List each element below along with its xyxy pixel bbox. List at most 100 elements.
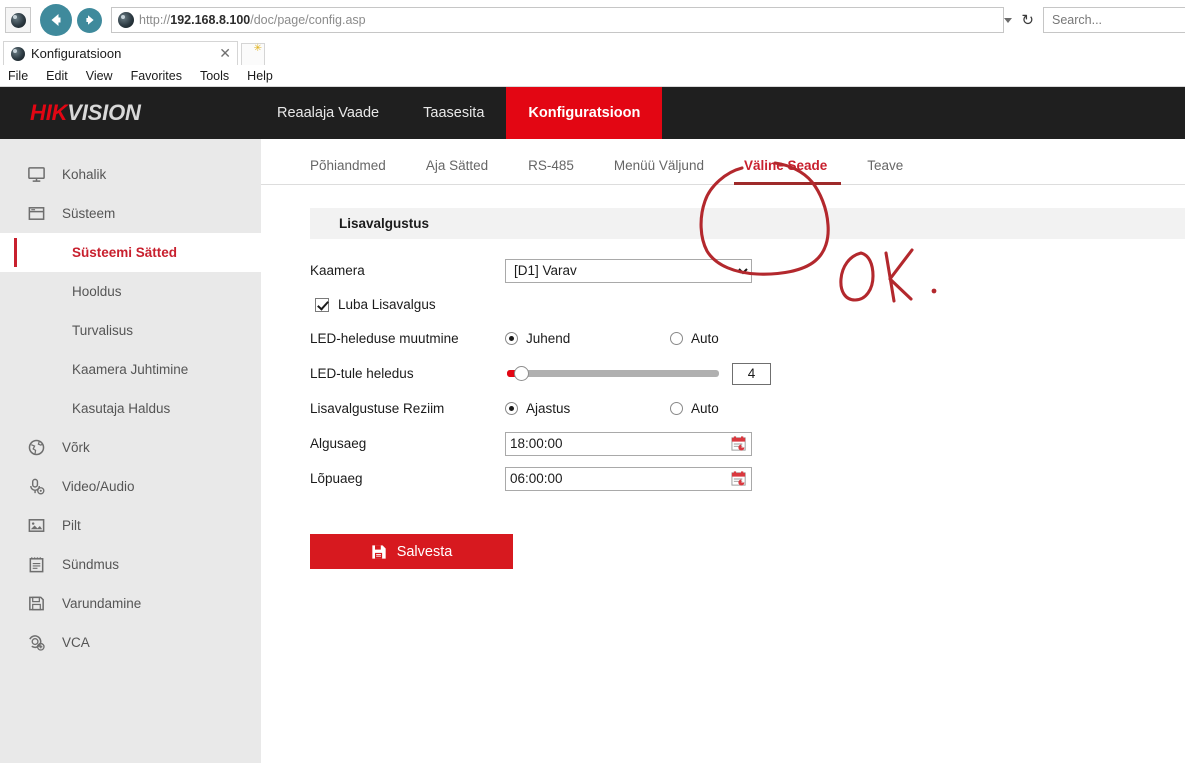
radio-button-icon (505, 402, 518, 415)
led-brightness-mode-label: LED-heleduse muutmine (310, 331, 505, 346)
end-time-wrap (505, 467, 752, 491)
led-brightness-value[interactable]: 4 (732, 363, 771, 385)
camera-select[interactable]: [D1] Varav (505, 259, 752, 283)
menu-file[interactable]: File (8, 69, 28, 83)
radio-light-mode-schedule[interactable]: Ajastus (505, 401, 670, 416)
enable-light-checkbox[interactable] (315, 298, 329, 312)
radio-light-mode-auto[interactable]: Auto (670, 401, 835, 416)
start-time-input[interactable] (505, 432, 752, 456)
tab-favicon-icon (11, 47, 25, 61)
led-brightness-label: LED-tule heledus (310, 366, 505, 381)
sidebar-item-kasutaja-haldus[interactable]: Kasutaja Haldus (0, 389, 261, 428)
search-input[interactable]: Search... (1043, 7, 1185, 33)
sidebar-item-vca[interactable]: VCA (0, 623, 261, 662)
radio-led-mode-auto[interactable]: Auto (670, 331, 835, 346)
monitor-icon (24, 163, 48, 187)
sidebar-item-label: Video/Audio (62, 479, 135, 494)
globe-icon (24, 436, 48, 460)
radio-label: Ajastus (526, 401, 570, 416)
image-icon (24, 514, 48, 538)
menu-help[interactable]: Help (247, 69, 273, 83)
radio-led-mode-manual[interactable]: Juhend (505, 331, 670, 346)
radio-button-icon (505, 332, 518, 345)
sidebar-item-label: Kaamera Juhtimine (72, 362, 188, 377)
browser-chrome: http://192.168.8.100/doc/page/config.asp… (0, 0, 1185, 87)
page-tab-strip: Põhiandmed Aja Sätted RS-485 Menüü Välju… (261, 139, 1185, 185)
end-time-label: Lõpuaeg (310, 471, 505, 486)
tab-valine-seade[interactable]: Väline Seade (730, 158, 841, 184)
window-icon (24, 202, 48, 226)
hikvision-logo: HIKVISION (0, 87, 255, 139)
field-row-light-mode: Lisavalgustuse Reziim Ajastus Auto (310, 391, 1185, 426)
field-row-led-brightness: LED-tule heledus 4 (310, 356, 1185, 391)
nav-configuration[interactable]: Konfiguratsioon (506, 87, 662, 139)
field-row-led-brightness-mode: LED-heleduse muutmine Juhend Auto (310, 321, 1185, 356)
brand-vision: VISION (67, 100, 140, 126)
sidebar-item-label: Hooldus (72, 284, 122, 299)
floppy-disk-icon (24, 592, 48, 616)
browser-tab-konfiguratsioon[interactable]: Konfiguratsioon ✕ (3, 41, 238, 65)
radio-label: Auto (691, 331, 719, 346)
sidebar-item-kaamera-juhtimine[interactable]: Kaamera Juhtimine (0, 350, 261, 389)
menu-favorites[interactable]: Favorites (131, 69, 182, 83)
microphone-icon (24, 475, 48, 499)
menu-tools[interactable]: Tools (200, 69, 229, 83)
brand-hik: HIK (30, 100, 67, 126)
refresh-icon[interactable]: ↻ (1021, 13, 1034, 28)
content-area: Põhiandmed Aja Sätted RS-485 Menüü Välju… (261, 139, 1185, 763)
tab-rs485[interactable]: RS-485 (514, 158, 588, 184)
back-button[interactable] (40, 4, 72, 36)
radio-button-icon (670, 402, 683, 415)
nav-live-view[interactable]: Reaalaja Vaade (255, 87, 401, 139)
sidebar-item-turvalisus[interactable]: Turvalisus (0, 311, 261, 350)
sidebar-item-susteemi-satted[interactable]: Süsteemi Sätted (0, 233, 261, 272)
start-time-wrap (505, 432, 752, 456)
sidebar-item-label: Võrk (62, 440, 90, 455)
field-row-end-time: Lõpuaeg (310, 461, 1185, 496)
menu-edit[interactable]: Edit (46, 69, 68, 83)
browser-app-icon (5, 7, 31, 33)
tab-menuu-valjund[interactable]: Menüü Väljund (600, 158, 718, 184)
led-brightness-slider[interactable] (507, 370, 719, 377)
field-row-enable-light: Luba Lisavalgus (310, 288, 1185, 321)
forward-button[interactable] (77, 8, 102, 33)
back-arrow-icon (46, 10, 66, 30)
sidebar-item-video-audio[interactable]: Video/Audio (0, 467, 261, 506)
sidebar-item-label: Sündmus (62, 557, 119, 572)
close-icon[interactable]: ✕ (219, 45, 231, 62)
hikvision-web-app: HIKVISION Reaalaja Vaade Taasesita Konfi… (0, 87, 1185, 763)
browser-tab-strip: Konfiguratsioon ✕ (0, 40, 1185, 65)
sidebar-item-susteem[interactable]: Süsteem (0, 194, 261, 233)
field-row-start-time: Algusaeg (310, 426, 1185, 461)
radio-label: Auto (691, 401, 719, 416)
sidebar-item-pilt[interactable]: Pilt (0, 506, 261, 545)
start-time-label: Algusaeg (310, 436, 505, 451)
tab-teave[interactable]: Teave (853, 158, 917, 184)
sidebar-item-sundmus[interactable]: Sündmus (0, 545, 261, 584)
sidebar-item-kohalik[interactable]: Kohalik (0, 155, 261, 194)
tab-title: Konfiguratsioon (31, 46, 209, 61)
chevron-down-icon[interactable] (1004, 18, 1012, 23)
url-input[interactable]: http://192.168.8.100/doc/page/config.asp (111, 7, 1004, 33)
light-mode-label: Lisavalgustuse Reziim (310, 401, 505, 416)
floppy-disk-icon (371, 544, 387, 560)
tab-aja-satted[interactable]: Aja Sätted (412, 158, 502, 184)
sidebar-item-label: Kohalik (62, 167, 106, 182)
slider-handle[interactable] (514, 366, 529, 381)
calendar-icon[interactable] (731, 435, 748, 452)
nav-playback[interactable]: Taasesita (401, 87, 506, 139)
sidebar-item-label: Pilt (62, 518, 81, 533)
sidebar-item-varundamine[interactable]: Varundamine (0, 584, 261, 623)
tab-pohiandmed[interactable]: Põhiandmed (296, 158, 400, 184)
sidebar-item-label: VCA (62, 635, 90, 650)
end-time-input[interactable] (505, 467, 752, 491)
calendar-icon[interactable] (731, 470, 748, 487)
save-button[interactable]: Salvesta (310, 534, 513, 569)
sidebar-item-hooldus[interactable]: Hooldus (0, 272, 261, 311)
url-text: http://192.168.8.100/doc/page/config.asp (139, 13, 366, 27)
menu-view[interactable]: View (86, 69, 113, 83)
sidebar-item-vork[interactable]: Võrk (0, 428, 261, 467)
new-tab-button[interactable] (241, 43, 265, 65)
forward-arrow-icon (82, 12, 98, 28)
sidebar-item-label: Varundamine (62, 596, 141, 611)
